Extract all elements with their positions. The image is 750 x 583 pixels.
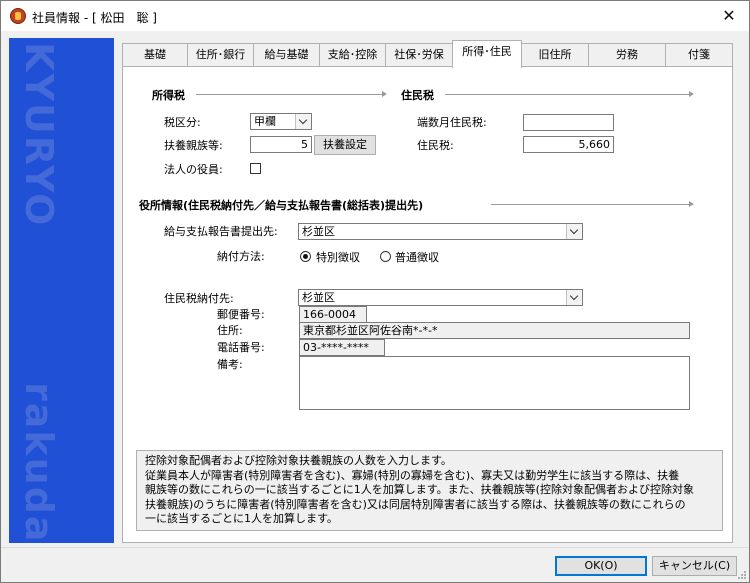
remarks-label: 備考:	[217, 358, 243, 371]
address-field: 東京都杉並区阿佐谷南*-*-*	[299, 322, 690, 339]
tab-labor[interactable]: 労務	[588, 43, 666, 67]
title-bar[interactable]: 社員情報 - [ 松田 聡 ] ✕	[1, 1, 749, 31]
tax-class-label: 税区分:	[164, 116, 201, 129]
chevron-down-icon	[295, 114, 311, 129]
tab-sticky-note[interactable]: 付箋	[665, 43, 733, 67]
postal-code-label: 郵便番号:	[217, 308, 265, 321]
resident-tax-heading: 住民税	[401, 89, 434, 102]
brand-sidebar: KYURYO rakuda	[9, 38, 114, 543]
chevron-down-icon	[566, 224, 582, 239]
phone-field: 03-****-****	[299, 339, 385, 356]
tab-salary-basic[interactable]: 給与基礎	[253, 43, 320, 67]
office-info-heading: 役所情報(住民税納付先／給与支払報告書(総括表)提出先)	[139, 199, 424, 212]
divider-arrow-icon	[689, 201, 694, 207]
app-icon	[10, 8, 26, 24]
income-tax-divider	[196, 94, 382, 95]
dependents-setting-button[interactable]: 扶養設定	[314, 135, 376, 155]
cancel-button[interactable]: キャンセル(C)	[652, 556, 737, 576]
help-line: 従業員本人が障害者(特別障害者を含む)、寡婦(特別の寡婦を含む)、寡夫又は勤労学…	[145, 468, 680, 482]
payee-select[interactable]: 杉並区	[298, 289, 583, 306]
dependents-input[interactable]: 5	[250, 136, 312, 153]
resize-grip-icon[interactable]	[737, 570, 747, 580]
report-destination-value: 杉並区	[302, 225, 335, 238]
remarks-textarea[interactable]	[299, 356, 690, 410]
fraction-month-label: 端数月住民税:	[417, 116, 487, 129]
special-collection-label[interactable]: 特別徴収	[316, 249, 360, 265]
normal-collection-radio[interactable]	[380, 251, 391, 262]
report-destination-select[interactable]: 杉並区	[298, 223, 583, 240]
tab-social-insurance[interactable]: 社保･労保	[385, 43, 453, 67]
officer-label: 法人の役員:	[164, 163, 223, 176]
help-line: 扶養親族)のうちに障害者(特別障害者を含む)又は同居特別障害者に該当する際は、扶…	[145, 497, 686, 511]
tab-old-address[interactable]: 旧住所	[521, 43, 589, 67]
dependents-label: 扶養親族等:	[164, 139, 223, 152]
tab-income-resident[interactable]: 所得･住民	[452, 40, 522, 68]
office-info-divider	[491, 204, 689, 205]
close-icon[interactable]: ✕	[719, 6, 739, 26]
tax-class-value: 甲欄	[254, 115, 276, 128]
fraction-month-input[interactable]	[523, 114, 614, 131]
officer-checkbox[interactable]	[250, 163, 261, 174]
address-label: 住所:	[217, 324, 243, 337]
window-title: 社員情報 - [ 松田 聡 ]	[32, 11, 157, 25]
divider-arrow-icon	[382, 91, 387, 97]
tab-pay-deduction[interactable]: 支給･控除	[319, 43, 386, 67]
brand-logo-bottom: rakuda	[17, 382, 61, 543]
report-destination-label: 給与支払報告書提出先:	[164, 225, 278, 238]
help-line: 控除対象配偶者および控除対象扶養親族の人数を入力します。	[145, 454, 452, 467]
payee-label: 住民税納付先:	[164, 292, 234, 305]
normal-collection-label[interactable]: 普通徴収	[395, 249, 439, 265]
tax-class-select[interactable]: 甲欄	[250, 113, 312, 130]
phone-label: 電話番号:	[217, 341, 265, 354]
employee-info-window: 社員情報 - [ 松田 聡 ] ✕ KYURYO rakuda 基礎 住所･銀行…	[0, 0, 750, 583]
payment-method-label: 納付方法:	[217, 250, 265, 263]
resident-tax-divider	[445, 94, 689, 95]
tab-address-bank[interactable]: 住所･銀行	[187, 43, 254, 67]
ok-button[interactable]: OK(O)	[555, 556, 647, 576]
help-line: 親族等の数にこれらの一に該当するごとに1人を加算します。また、扶養親族等(控除対…	[145, 483, 694, 496]
brand-logo-top: KYURYO	[17, 42, 61, 228]
help-line: 一に該当するごとに1人を加算します。	[145, 512, 338, 525]
special-collection-radio[interactable]	[300, 251, 311, 262]
tab-bar: 基礎 住所･銀行 給与基礎 支給･控除 社保･労保 所得･住民 旧住所 労務 付…	[122, 40, 733, 68]
tab-basic[interactable]: 基礎	[122, 43, 188, 67]
income-tax-heading: 所得税	[152, 89, 185, 102]
footer-divider	[1, 547, 749, 548]
resident-tax-input[interactable]: 5,660	[523, 136, 614, 153]
payee-value: 杉並区	[302, 291, 335, 304]
postal-code-field: 166-0004	[299, 306, 367, 323]
help-text-box: 控除対象配偶者および控除対象扶養親族の人数を入力します。 従業員本人が障害者(特…	[136, 450, 723, 531]
chevron-down-icon	[566, 290, 582, 305]
resident-tax-label: 住民税:	[417, 139, 454, 152]
divider-arrow-icon	[689, 91, 694, 97]
